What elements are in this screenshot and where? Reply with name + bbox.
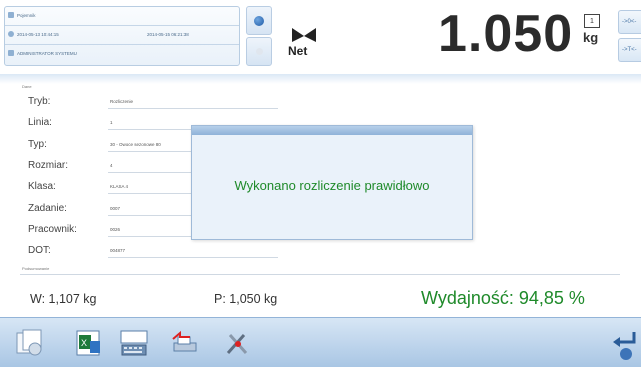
range-indicator: 1	[584, 14, 600, 28]
field-label: Klasa:	[28, 181, 56, 192]
dot-icon	[255, 48, 263, 55]
right-tabs: ->0<- ->T<-	[618, 10, 641, 66]
secondary-button[interactable]	[246, 37, 272, 66]
scale-transfer-icon	[172, 330, 197, 352]
info-row-right: 2014-05-15 06:21:38	[147, 32, 189, 37]
summary-yield-value: Wydajność: 94,85 %	[421, 288, 585, 308]
dialog-header	[192, 126, 472, 135]
info-row-left: Pojemnik	[17, 13, 36, 18]
side-buttons	[246, 6, 272, 66]
summary-w-value: W: 1,107 kg	[30, 292, 97, 306]
field-label: Zadanie:	[28, 203, 67, 214]
header-divider	[0, 74, 641, 84]
info-icon	[254, 15, 264, 26]
field-mode[interactable]: Tryb: Rozliczenie	[20, 90, 320, 112]
return-button[interactable]	[610, 326, 638, 362]
summary-section-label: Podsumowanie	[22, 266, 50, 271]
tools-icon	[226, 334, 248, 354]
product-icon	[8, 12, 14, 18]
net-label: Net	[288, 44, 308, 58]
info-row-dates: 2014-05-13 10:44:15 2014-05-15 06:21:38	[5, 25, 239, 42]
field-label: Tryb:	[28, 96, 51, 107]
info-row-left: 2014-05-13 10:44:15	[17, 32, 59, 37]
bottom-toolbar: X	[0, 317, 641, 367]
info-row-left: ADMINISTRATOR SYSTEMU	[17, 51, 77, 56]
top-bar: Pojemnik 2014-05-13 10:44:15 2014-05-15 …	[0, 0, 641, 74]
info-button[interactable]	[246, 6, 272, 35]
zero-button[interactable]: ->0<-	[618, 10, 641, 34]
confirmation-dialog[interactable]: Wykonano rozliczenie prawidłowo	[191, 125, 473, 240]
keyboard-icon	[120, 330, 148, 356]
clock-icon	[8, 31, 14, 37]
svg-text:X: X	[81, 338, 87, 348]
user-icon	[8, 50, 14, 56]
keyboard-button[interactable]	[119, 327, 149, 359]
unit-box: 1 kg	[582, 14, 604, 54]
field-value: 004877	[108, 244, 278, 258]
unit-label: kg	[583, 30, 599, 45]
dialog-message: Wykonano rozliczenie prawidłowo	[234, 178, 430, 193]
summary-p-value: P: 1,050 kg	[214, 292, 278, 306]
scale-transfer-button[interactable]	[170, 327, 200, 359]
records-icon	[16, 329, 42, 356]
info-panel[interactable]: Pojemnik 2014-05-13 10:44:15 2014-05-15 …	[4, 6, 240, 66]
excel-export-button[interactable]: X	[74, 327, 104, 359]
info-row-user: ADMINISTRATOR SYSTEMU	[5, 44, 239, 61]
field-label: Pracownik:	[28, 224, 77, 235]
field-dot[interactable]: DOT: 004877	[20, 239, 320, 261]
field-value: Rozliczenie	[108, 95, 278, 109]
info-row-product: Pojemnik	[5, 7, 239, 24]
field-label: Linia:	[28, 117, 52, 128]
return-icon	[613, 332, 636, 360]
field-label: Typ:	[28, 139, 47, 150]
summary-divider	[20, 274, 620, 275]
records-button[interactable]	[14, 327, 44, 359]
field-label: Rozmiar:	[28, 160, 69, 171]
field-label: DOT:	[28, 245, 51, 256]
tools-button[interactable]	[222, 327, 252, 359]
tare-button[interactable]: ->T<-	[618, 38, 641, 62]
weight-display: 1.050	[438, 5, 574, 63]
excel-export-icon: X	[76, 330, 100, 356]
